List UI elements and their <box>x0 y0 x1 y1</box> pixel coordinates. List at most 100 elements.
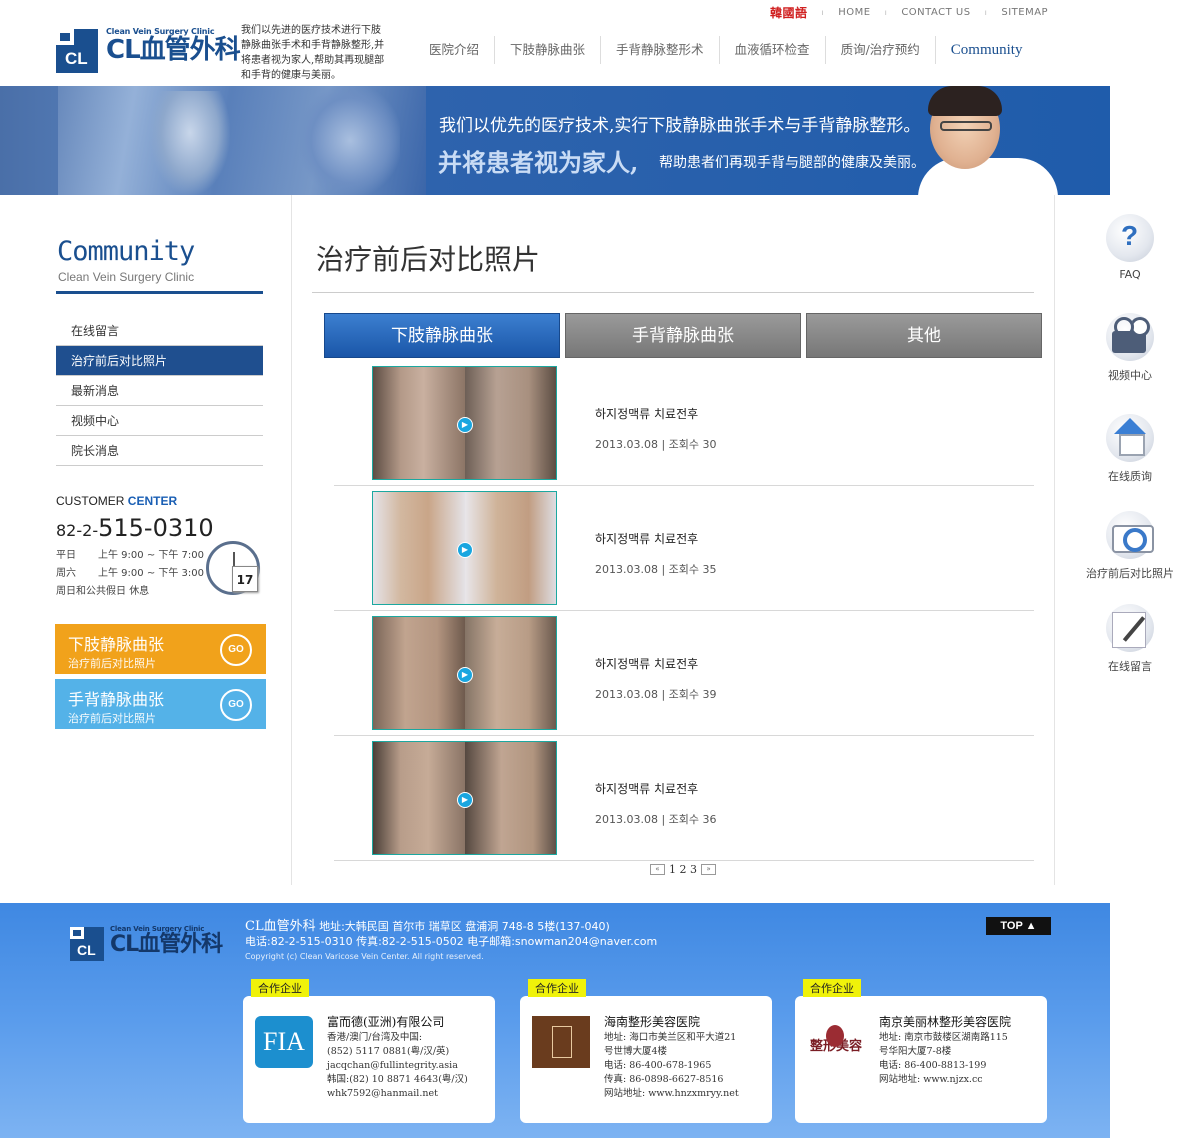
sitemap-link[interactable]: SITEMAP <box>1001 7 1048 18</box>
arrow-right-icon: ▶ <box>457 792 473 808</box>
footer-logo: CL Clean Vein Surgery Clinic CL血管外科 <box>70 925 223 961</box>
list-item[interactable]: ▶ 하지정맥류 치료전후 2013.03.08 | 조회수 36 <box>334 736 1034 861</box>
post-title[interactable]: 하지정맥류 치료전후 <box>595 655 698 672</box>
post-title[interactable]: 하지정맥류 치료전후 <box>595 405 698 422</box>
sidebar-item-news[interactable]: 最新消息 <box>56 376 263 406</box>
arrow-right-icon: ▶ <box>457 417 473 433</box>
quick-before-after[interactable]: 治疗前后对比照片 <box>1080 511 1180 581</box>
post-list: ▶ 하지정맥류 치료전후 2013.03.08 | 조회수 30 ▶ 하지정맥류… <box>334 361 1034 861</box>
post-meta: 2013.03.08 | 조회수 35 <box>595 563 717 576</box>
separator: ı <box>884 8 888 17</box>
surgeon-figure <box>150 91 230 195</box>
site-logo[interactable]: CL Clean Vein Surgery Clinic CL血管外科 <box>56 27 241 73</box>
list-item[interactable]: ▶ 하지정맥류 치료전후 2013.03.08 | 조회수 39 <box>334 611 1034 736</box>
banner-line-2: 并将患者视为家人, <box>438 148 639 177</box>
before-after-thumbnail[interactable]: ▶ <box>372 741 557 855</box>
partner-tag: 合作企业 <box>803 979 861 997</box>
partner-name: 南京美丽林整形美容医院 <box>879 1015 1012 1029</box>
partner-card[interactable]: 合作企业 整形美容 南京美丽林整形美容医院 地址: 南京市鼓楼区湖南路115 号… <box>795 979 1047 1123</box>
customer-phone: 82-2-515-0310 <box>56 514 214 542</box>
nav-item-community[interactable]: Community <box>936 36 1038 64</box>
sidebar-menu: 在线留言 治疗前后对比照片 最新消息 视频中心 院长消息 <box>56 316 263 466</box>
post-title[interactable]: 하지정맥류 치료전후 <box>595 530 698 547</box>
quick-inquiry[interactable]: 在线质询 <box>1080 414 1180 484</box>
home-link[interactable]: HOME <box>838 7 870 18</box>
logo-mark-icon: CL <box>56 29 98 73</box>
quick-guestbook[interactable]: 在线留言 <box>1080 604 1180 674</box>
partner-logo: FIA <box>255 1016 313 1068</box>
partner-details: 地址: 南京市鼓楼区湖南路115 号华阳大厦7-8楼 电话: 86-400-881… <box>879 1032 1008 1085</box>
back-to-top-button[interactable]: TOP ▲ <box>986 917 1051 935</box>
post-meta: 2013.03.08 | 조회수 39 <box>595 688 717 701</box>
nav-item-circulation[interactable]: 血液循环检查 <box>720 36 826 64</box>
partner-name: 海南整形美容医院 <box>604 1015 701 1029</box>
partner-logo: 整形美容 <box>807 1016 865 1068</box>
nav-item-leg-varicose[interactable]: 下肢静脉曲张 <box>495 36 602 64</box>
post-meta: 2013.03.08 | 조회수 36 <box>595 813 717 826</box>
before-after-thumbnail[interactable]: ▶ <box>372 491 557 605</box>
tab-hand-varicose[interactable]: 手背静脉曲张 <box>565 313 801 358</box>
section-divider <box>56 291 263 294</box>
separator: ı <box>984 8 988 17</box>
hero-banner: 我们以优先的医疗技术,实行下肢静脉曲张手术与手背静脉整形。 并将患者视为家人, … <box>0 86 1110 195</box>
banner-line-3: 帮助患者们再现手背与腿部的健康及美丽。 <box>659 155 925 171</box>
before-after-thumbnail[interactable]: ▶ <box>372 366 557 480</box>
language-link[interactable]: 韓國語 <box>770 4 808 21</box>
question-icon: ? <box>1106 214 1154 262</box>
home-icon <box>1106 414 1154 462</box>
calendar-icon: 17 <box>232 566 258 592</box>
partner-logo <box>532 1016 590 1068</box>
notepad-icon <box>1106 604 1154 652</box>
arrow-right-icon: ▶ <box>457 667 473 683</box>
video-camera-icon <box>1106 313 1154 361</box>
nav-item-hospital[interactable]: 医院介绍 <box>414 36 496 64</box>
list-item[interactable]: ▶ 하지정맥류 치료전후 2013.03.08 | 조회수 30 <box>334 361 1034 486</box>
category-tabs: 下肢静脉曲张 手背静脉曲张 其他 <box>324 313 1042 358</box>
title-divider <box>312 292 1034 293</box>
prev-page-button[interactable]: « <box>650 864 665 875</box>
camera-icon <box>1106 511 1154 559</box>
partner-name: 富而德(亚洲)有限公司 <box>327 1015 445 1029</box>
divider <box>291 195 292 885</box>
post-meta: 2013.03.08 | 조회수 30 <box>595 438 717 451</box>
next-page-button[interactable]: » <box>701 864 716 875</box>
before-after-thumbnail[interactable]: ▶ <box>372 616 557 730</box>
partner-card[interactable]: 合作企业 FIA 富而德(亚洲)有限公司 香港/澳门/台湾及中国: (852) 5… <box>243 979 495 1123</box>
surgeon-figure <box>300 86 400 195</box>
quick-faq[interactable]: ? FAQ <box>1080 214 1180 281</box>
pagination: « 1 2 3 » <box>650 863 716 876</box>
opening-hours: 平日 上午 9:00 ~ 下午 7:00 周六 上午 9:00 ~ 下午 3:00 … <box>56 550 205 597</box>
contact-link[interactable]: CONTACT US <box>901 7 970 18</box>
partner-details: 地址: 海口市美兰区和平大道21 号世博大厦4楼 电话: 86-400-678-1… <box>604 1032 739 1099</box>
partner-tag: 合作企业 <box>251 979 309 997</box>
quick-video[interactable]: 视频中心 <box>1080 313 1180 383</box>
go-hand-button[interactable]: 手背静脉曲张 治疗前后对比照片 GO <box>55 679 266 729</box>
footer-info: CL血管外科 地址:大韩民国 首尔市 瑞草区 盘浦洞 748-8 5楼(137-… <box>245 919 657 964</box>
list-item[interactable]: ▶ 하지정맥류 치료전후 2013.03.08 | 조회수 35 <box>334 486 1034 611</box>
divider <box>1054 195 1055 885</box>
copyright: Copyright (c) Clean Varicose Vein Center… <box>245 952 484 961</box>
banner-line-1: 我们以优先的医疗技术,实行下肢静脉曲张手术与手背静脉整形。 <box>439 116 921 136</box>
tab-other[interactable]: 其他 <box>806 313 1042 358</box>
page-numbers[interactable]: 1 2 3 <box>669 863 697 876</box>
go-icon: GO <box>220 689 252 721</box>
tab-leg-varicose[interactable]: 下肢静脉曲张 <box>324 313 560 358</box>
arrow-right-icon: ▶ <box>457 542 473 558</box>
separator: ı <box>821 8 825 17</box>
section-title: Community <box>57 236 195 267</box>
go-leg-button[interactable]: 下肢静脉曲张 治疗前后对比照片 GO <box>55 624 266 674</box>
nav-item-reservation[interactable]: 质询/治疗预约 <box>826 36 936 64</box>
sidebar-item-guestbook[interactable]: 在线留言 <box>56 316 263 346</box>
partner-card[interactable]: 合作企业 海南整形美容医院 地址: 海口市美兰区和平大道21 号世博大厦4楼 电话… <box>520 979 772 1123</box>
sidebar-item-video[interactable]: 视频中心 <box>56 406 263 436</box>
sidebar-item-before-after[interactable]: 治疗前后对比照片 <box>56 346 263 376</box>
logo-mark-icon: CL <box>70 927 104 961</box>
page-title: 治疗前后对比照片 <box>316 243 541 276</box>
post-title[interactable]: 하지정맥류 치료전후 <box>595 780 698 797</box>
nav-item-hand-vein[interactable]: 手背静脉整形术 <box>601 36 720 64</box>
logo-description: 我们以先进的医疗技术进行下肢静脉曲张手术和手背静脉整形,并将患者视为家人,帮助其… <box>241 25 385 81</box>
sidebar-item-director[interactable]: 院长消息 <box>56 436 263 466</box>
logo-name: CL血管外科 <box>106 35 241 65</box>
section-subtitle: Clean Vein Surgery Clinic <box>58 270 195 284</box>
partner-details: 香港/澳门/台湾及中国: (852) 5117 0881(粤/汉/英) jacqch… <box>327 1032 468 1099</box>
